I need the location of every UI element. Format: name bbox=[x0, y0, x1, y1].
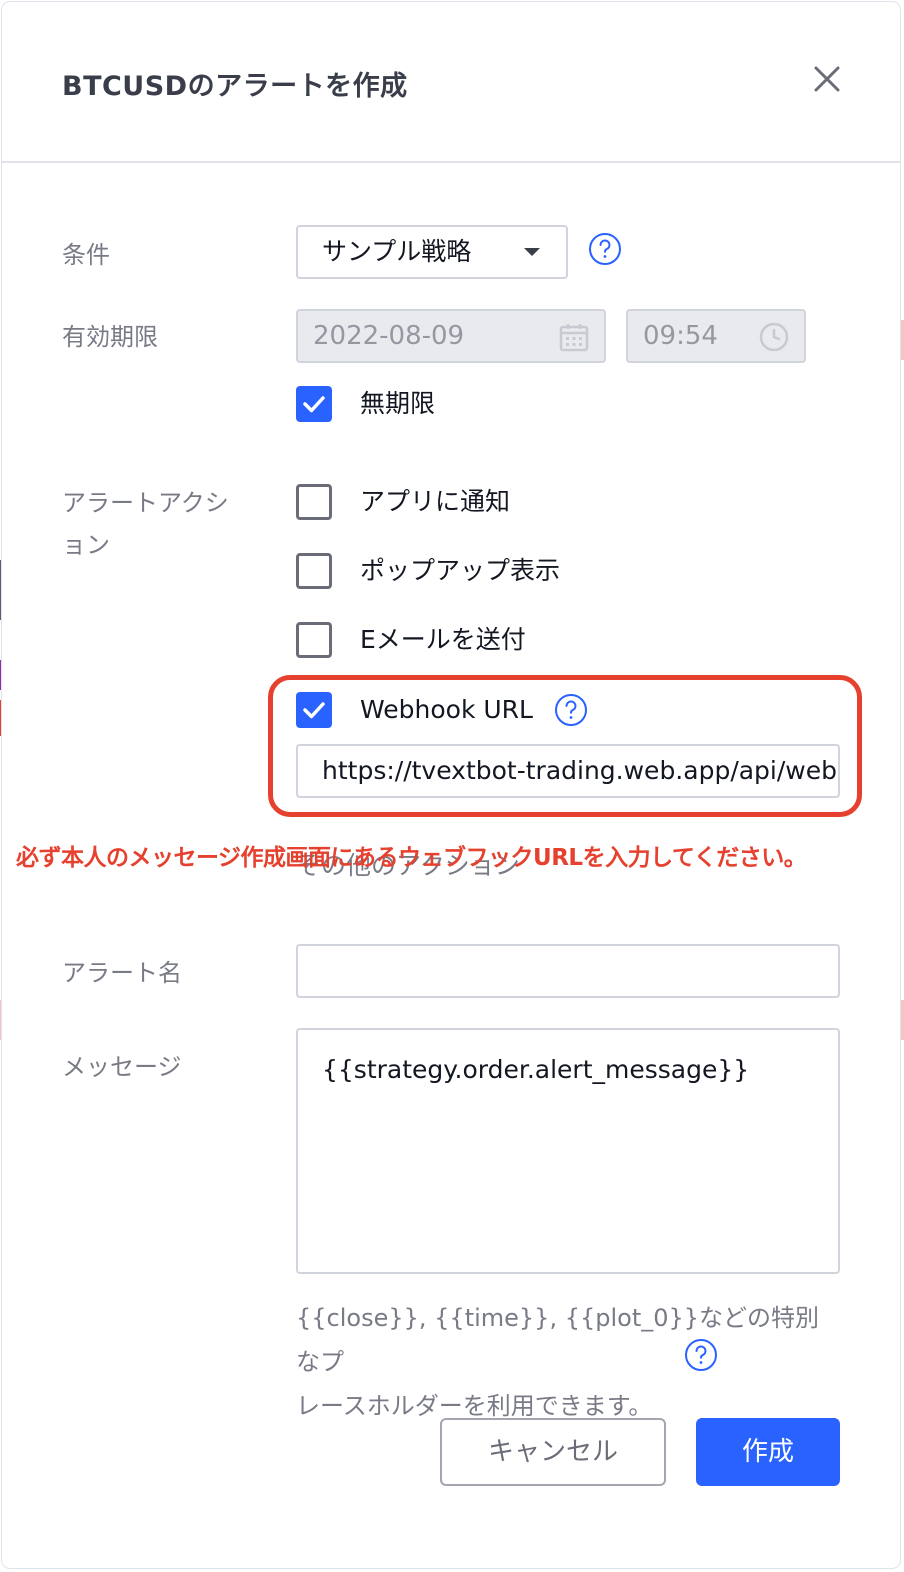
send-email-checkbox[interactable] bbox=[296, 622, 332, 658]
condition-select[interactable]: サンプル戦略 bbox=[296, 225, 568, 279]
message-value: {{strategy.order.alert_message}} bbox=[322, 1055, 750, 1084]
expiration-time-value: 09:54 bbox=[643, 321, 718, 351]
webhook-highlight-annotation-box bbox=[268, 675, 862, 817]
alert-name-label: アラート名 bbox=[62, 959, 182, 987]
unlimited-checkbox[interactable] bbox=[296, 386, 332, 422]
expiration-date-value: 2022-08-09 bbox=[313, 321, 465, 351]
alert-actions-label-line1: アラートアクシ bbox=[62, 489, 229, 517]
calendar-icon bbox=[559, 324, 589, 352]
message-label: メッセージ bbox=[62, 1053, 182, 1081]
show-popup-checkbox[interactable] bbox=[296, 553, 332, 589]
dialog-title: BTCUSDのアラートを作成 bbox=[62, 71, 408, 102]
show-popup-label: ポップアップ表示 bbox=[360, 556, 561, 585]
notify-app-label: アプリに通知 bbox=[360, 487, 511, 516]
alert-name-input[interactable] bbox=[296, 944, 840, 998]
close-icon[interactable] bbox=[812, 64, 842, 94]
expiration-date-field[interactable]: 2022-08-09 bbox=[296, 309, 606, 363]
condition-selected-value: サンプル戦略 bbox=[322, 237, 472, 266]
hint-line1: {{close}}, {{time}}, {{plot_0}}などの特別なプ bbox=[296, 1304, 820, 1376]
background-page-fragment bbox=[900, 1000, 904, 1040]
send-email-label: Eメールを送付 bbox=[360, 625, 526, 654]
create-button[interactable]: 作成 bbox=[696, 1418, 840, 1486]
unlimited-label: 無期限 bbox=[360, 389, 436, 418]
check-icon bbox=[303, 396, 325, 413]
alert-actions-label-line2: ョン bbox=[62, 531, 110, 559]
condition-label: 条件 bbox=[62, 241, 110, 269]
help-icon[interactable] bbox=[684, 1338, 718, 1372]
expiration-label: 有効期限 bbox=[62, 323, 158, 351]
background-page-fragment bbox=[900, 320, 904, 360]
cancel-button[interactable]: キャンセル bbox=[440, 1418, 666, 1486]
notify-app-checkbox[interactable] bbox=[296, 484, 332, 520]
help-icon[interactable] bbox=[588, 232, 622, 266]
caret-down-icon bbox=[524, 248, 540, 256]
expiration-time-field[interactable]: 09:54 bbox=[626, 309, 806, 363]
header-divider bbox=[2, 161, 900, 163]
message-textarea[interactable]: {{strategy.order.alert_message}} bbox=[296, 1028, 840, 1274]
clock-icon bbox=[759, 322, 789, 352]
placeholder-hint: {{close}}, {{time}}, {{plot_0}}などの特別なプ レ… bbox=[296, 1296, 836, 1428]
webhook-annotation-text: 必ず本人のメッセージ作成画面にあるウェブフックURLを入力してください。 bbox=[16, 845, 807, 871]
